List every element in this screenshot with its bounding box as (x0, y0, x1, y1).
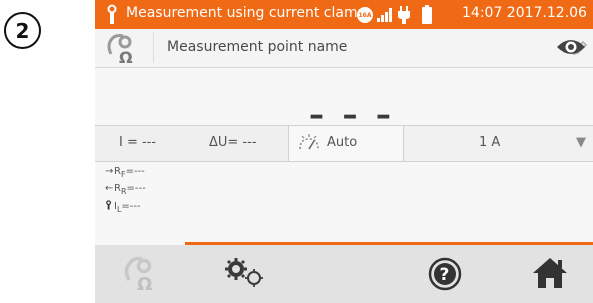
svg-text:Ω: Ω (137, 274, 152, 291)
parameter-bar: I = --- ΔU= --- Auto 1 A ▼ (95, 125, 593, 162)
home-icon (533, 258, 567, 288)
measurement-point-row: Ω Measurement point name (95, 29, 593, 68)
plug-icon (398, 6, 410, 24)
measurement-point-field[interactable]: Measurement point name (153, 32, 588, 63)
range-value: 1 A (479, 135, 501, 150)
il-result: IL=--- (105, 200, 141, 214)
signal-icon (377, 8, 393, 22)
arrow-right-icon: → (105, 166, 114, 177)
battery-icon (422, 5, 432, 24)
probe-small-icon (106, 200, 111, 210)
settings-gears-icon (225, 258, 263, 287)
bottom-toolbar: Ω ? (95, 245, 593, 303)
svg-text:Ω: Ω (119, 48, 133, 64)
meter-screen: Measurement using current clamp 16A 14:0… (95, 0, 593, 303)
probe-ohm-icon: Ω (124, 256, 152, 291)
probe-icon (107, 4, 117, 24)
screen-title: Measurement using current clamp (126, 5, 367, 21)
voltage-drop-value: ΔU= --- (209, 135, 257, 150)
current-value: I = --- (119, 135, 157, 150)
rf-result: →RF=--- (105, 166, 145, 179)
arrow-left-icon: ← (105, 183, 114, 194)
datetime: 14:07 2017.12.06 (462, 5, 587, 21)
probe-ohm-icon[interactable]: Ω (105, 32, 141, 64)
measurement-point-label: Measurement point name (167, 39, 348, 55)
help-button[interactable]: ? (415, 245, 485, 303)
mode-label: Auto (327, 135, 358, 150)
gauge-icon (299, 134, 319, 150)
settings-button[interactable] (213, 245, 283, 303)
home-button[interactable] (515, 245, 585, 303)
rr-result: ←RR=--- (105, 183, 146, 196)
measurement-point-button[interactable]: Ω (107, 245, 177, 303)
clamp-icon: 16A (357, 7, 373, 23)
range-selector[interactable]: 1 A ▼ (406, 126, 593, 161)
svg-text:?: ? (440, 265, 450, 285)
status-bar: Measurement using current clamp 16A 14:0… (95, 0, 593, 29)
dropdown-arrow-icon: ▼ (576, 135, 586, 150)
eye-icon[interactable] (556, 37, 586, 57)
mode-selector[interactable]: Auto (288, 126, 404, 161)
step-badge: 2 (4, 12, 41, 49)
help-icon: ? (428, 257, 462, 291)
